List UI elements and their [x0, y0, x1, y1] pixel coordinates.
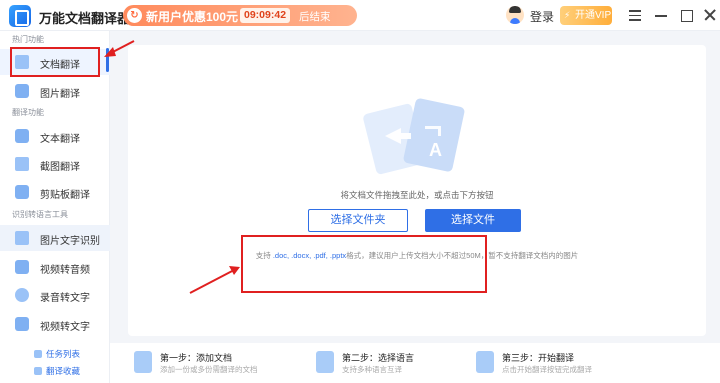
maximize-icon[interactable]	[675, 4, 697, 26]
drop-hint-text: 将文档文件拖拽至此处，或点击下方按钮	[340, 190, 494, 200]
group-label-ocr: 识别转语言工具	[12, 210, 68, 219]
sidebar-item-label: 录音转文字	[40, 293, 90, 304]
video-text-icon	[15, 317, 29, 331]
login-link[interactable]: 登录	[530, 8, 554, 25]
star-icon	[34, 367, 42, 375]
promo-text: 新用户优惠100元	[146, 10, 239, 24]
list-icon	[34, 350, 42, 358]
sidebar-item-video-to-text[interactable]: 视频转文字	[0, 311, 110, 337]
sidebar-item-label: 视频转文字	[40, 322, 90, 333]
step-desc: 添加一份或多份需翻译的文档	[160, 365, 258, 374]
step-title: 第三步：开始翻译	[502, 353, 575, 363]
promo-banner[interactable]: ↻ 新用户优惠100元 09:09:42 后结束	[123, 5, 357, 26]
sidebar-item-label: 文本翻译	[40, 134, 80, 145]
svg-text:A: A	[429, 140, 442, 160]
favorites-label: 翻译收藏	[46, 366, 81, 376]
title-bar: 万能文档翻译器 ↻ 新用户优惠100元 09:09:42 后结束 登录 ⚡ 开通V…	[0, 0, 720, 31]
clipboard-icon	[15, 185, 29, 199]
sidebar-item-image-translate[interactable]: 图片翻译	[0, 78, 110, 104]
app-title: 万能文档翻译器	[39, 11, 131, 26]
vip-button[interactable]: ⚡ 开通VIP	[560, 6, 612, 25]
add-document-icon	[134, 351, 152, 373]
sidebar-item-image-ocr[interactable]: 图片文字识别	[0, 225, 110, 251]
favorites-link[interactable]: 翻译收藏	[34, 365, 80, 377]
microphone-icon	[15, 288, 29, 302]
annotation-box-sidebar	[10, 47, 100, 77]
text-icon	[15, 129, 29, 143]
menu-icon[interactable]	[624, 4, 646, 26]
video-icon	[15, 260, 29, 274]
group-label-hot: 热门功能	[12, 35, 44, 44]
sidebar-item-label: 视频转音频	[40, 265, 90, 276]
group-label-translate: 翻译功能	[12, 108, 44, 117]
sidebar-item-recording-to-text[interactable]: 录音转文字	[0, 282, 110, 308]
minimize-icon[interactable]	[650, 4, 672, 26]
annotation-box-formats	[241, 235, 487, 293]
sidebar-item-video-to-audio[interactable]: 视频转音频	[0, 254, 110, 280]
steps-bar: 第一步：添加文档 添加一份或多份需翻译的文档 第二步：选择语言 支持多种语言互译…	[110, 343, 720, 383]
sidebar-item-label: 图片翻译	[40, 89, 80, 100]
user-avatar-icon[interactable]	[506, 6, 524, 24]
select-file-button[interactable]: 选择文件	[425, 209, 521, 232]
sidebar-item-clipboard-translate[interactable]: 剪贴板翻译	[0, 179, 110, 205]
task-list-label: 任务列表	[46, 349, 81, 359]
promo-end-label: 后结束	[299, 11, 331, 23]
active-indicator	[106, 48, 109, 72]
sidebar-item-text-translate[interactable]: 文本翻译	[0, 123, 110, 149]
step-desc: 点击开始翻译按钮完成翻译	[502, 365, 592, 374]
translate-icon	[476, 351, 494, 373]
close-icon[interactable]	[699, 4, 720, 26]
image-icon	[15, 84, 29, 98]
step-desc: 支持多种语言互译	[342, 365, 402, 374]
sidebar: 热门功能 文档翻译 图片翻译 翻译功能 文本翻译 截图翻译 剪贴板翻译 识别转语…	[0, 31, 110, 383]
step-title: 第二步：选择语言	[342, 353, 415, 363]
task-list-link[interactable]: 任务列表	[34, 348, 80, 360]
promo-badge-icon: ↻	[127, 8, 142, 23]
sidebar-item-label: 截图翻译	[40, 162, 80, 173]
ocr-icon	[15, 231, 29, 245]
document-upload-icon: A	[363, 98, 465, 175]
sidebar-item-label: 剪贴板翻译	[40, 190, 90, 201]
sidebar-item-label: 图片文字识别	[40, 236, 100, 247]
app-logo-icon	[9, 5, 31, 27]
select-folder-button[interactable]: 选择文件夹	[308, 209, 408, 232]
vip-icon: ⚡	[564, 10, 571, 20]
screenshot-icon	[15, 157, 29, 171]
promo-countdown: 09:09:42	[240, 8, 291, 23]
step-title: 第一步：添加文档	[160, 353, 233, 363]
vip-label: 开通VIP	[575, 10, 612, 21]
language-icon	[316, 351, 334, 373]
sidebar-item-screenshot-translate[interactable]: 截图翻译	[0, 151, 110, 177]
